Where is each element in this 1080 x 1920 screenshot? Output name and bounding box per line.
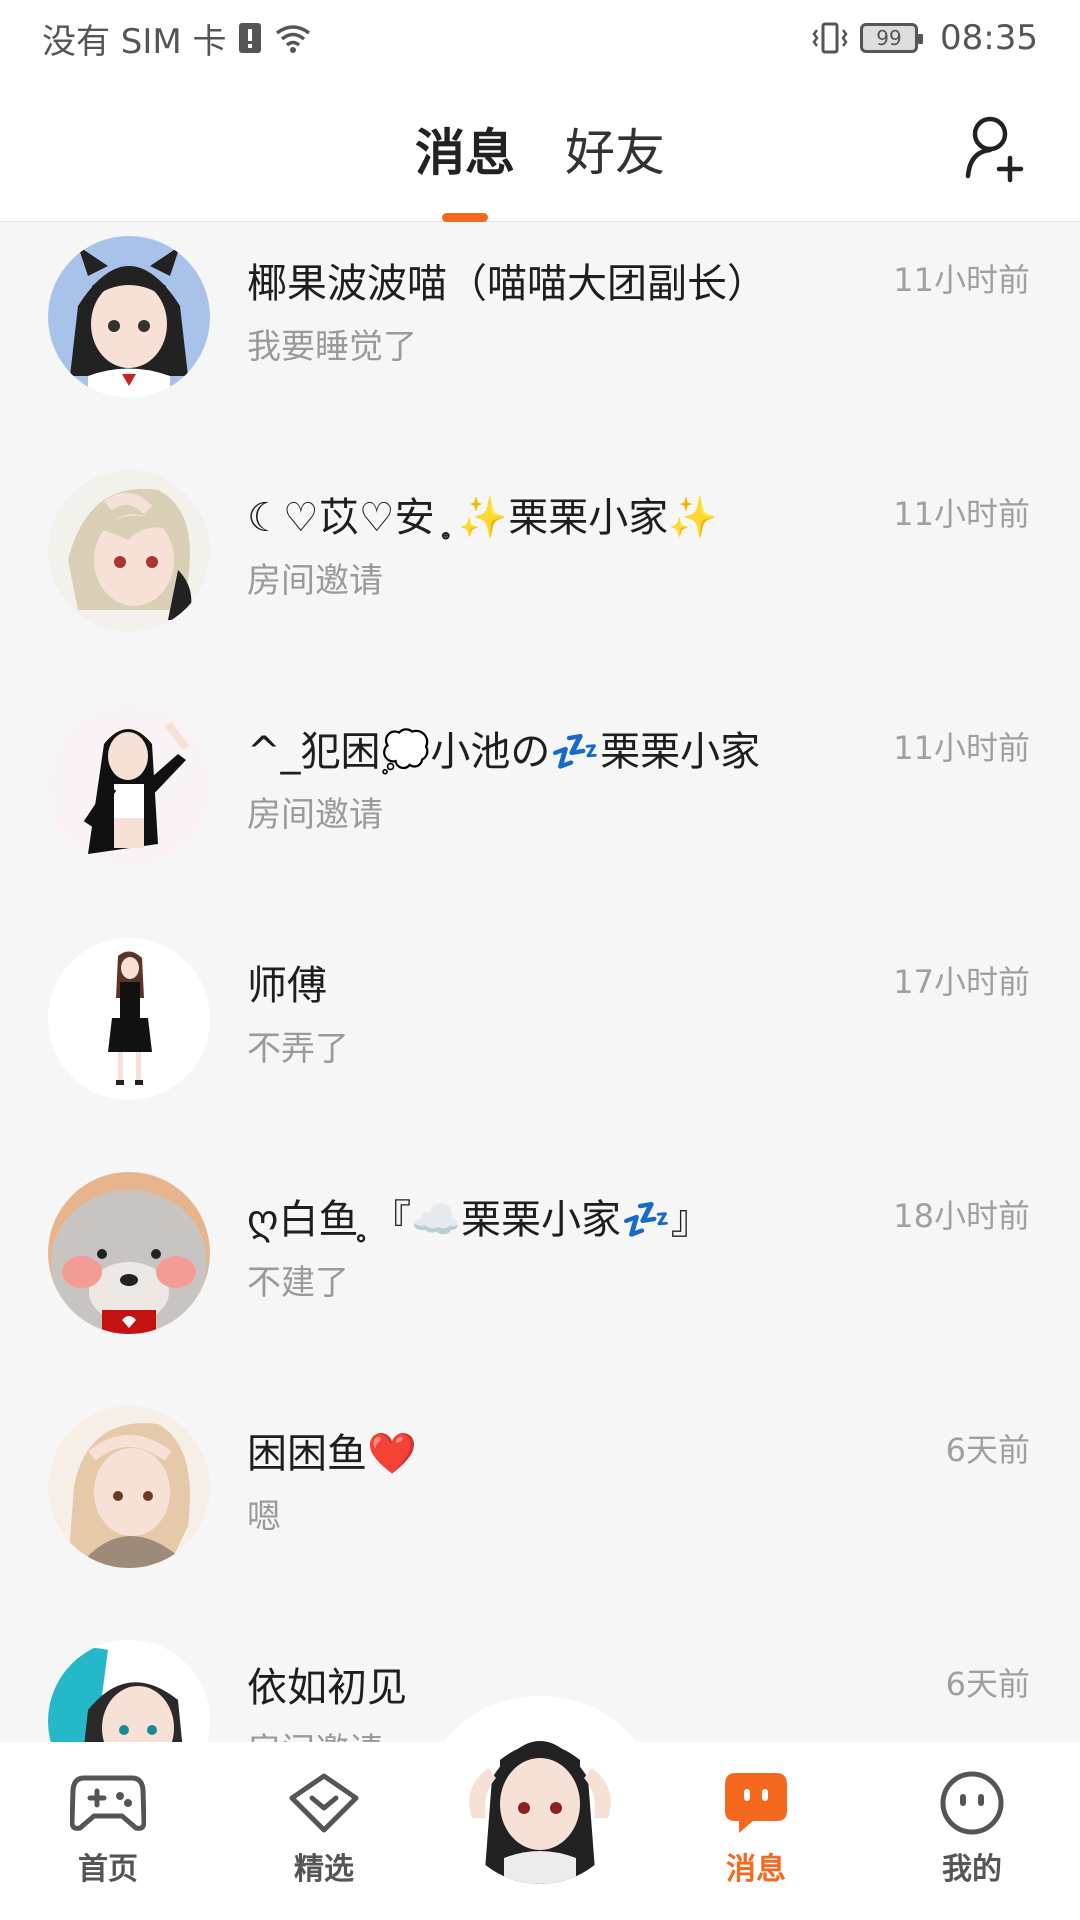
tab-messages[interactable]: 消息 bbox=[415, 76, 515, 222]
battery-level: 99 bbox=[876, 26, 902, 50]
center-avatar-button[interactable] bbox=[452, 1708, 628, 1884]
status-right: 99 08:35 bbox=[810, 18, 1038, 58]
status-bar: 没有 SIM 卡 99 08:35 bbox=[0, 0, 1080, 76]
avatar[interactable] bbox=[48, 938, 210, 1100]
message-time: 6天前 bbox=[945, 1665, 1030, 1703]
message-item[interactable]: ☾♡苡♡安 ̥͙ ✨栗栗小家✨ 房间邀请 11小时前 bbox=[0, 457, 1080, 691]
message-item[interactable]: 困困鱼❤️ 嗯 6天前 bbox=[0, 1393, 1080, 1627]
contact-name: 椰果波波喵（喵喵大团副长） bbox=[247, 261, 767, 307]
contact-name: ^_犯困💭小池の💤栗栗小家 bbox=[247, 729, 761, 775]
add-user-icon bbox=[965, 116, 1024, 183]
tab-friends-label: 好友 bbox=[565, 124, 665, 182]
active-tab-indicator bbox=[442, 213, 488, 222]
message-item[interactable]: 师傅 不弄了 17小时前 bbox=[0, 925, 1080, 1159]
carrier-label: 没有 SIM 卡 bbox=[42, 21, 227, 62]
message-preview: 嗯 bbox=[247, 1497, 281, 1537]
message-preview: 房间邀请 bbox=[247, 561, 383, 601]
clock: 08:35 bbox=[940, 18, 1038, 58]
user-avatar bbox=[452, 1708, 628, 1884]
nav-profile[interactable]: 我的 bbox=[892, 1768, 1052, 1898]
message-time: 11小时前 bbox=[893, 729, 1030, 767]
nav-home[interactable]: 首页 bbox=[28, 1768, 188, 1898]
message-item[interactable]: 椰果波波喵（喵喵大团副长） 我要睡觉了 11小时前 bbox=[0, 223, 1080, 457]
wifi-icon bbox=[273, 21, 313, 55]
message-preview: 不建了 bbox=[247, 1263, 349, 1303]
avatar[interactable] bbox=[48, 1640, 210, 1743]
smile-face-icon bbox=[934, 1768, 1010, 1838]
avatar[interactable] bbox=[48, 704, 210, 866]
avatar[interactable] bbox=[48, 236, 210, 398]
avatar[interactable] bbox=[48, 1406, 210, 1568]
sim-alert-icon bbox=[237, 21, 263, 55]
nav-featured[interactable]: 精选 bbox=[244, 1768, 404, 1898]
status-left: 没有 SIM 卡 bbox=[42, 14, 313, 63]
vibrate-icon bbox=[810, 21, 850, 55]
nav-messages[interactable]: 消息 bbox=[676, 1768, 836, 1898]
heart-badge-icon bbox=[286, 1768, 362, 1838]
nav-profile-label: 我的 bbox=[942, 1852, 1002, 1887]
message-preview: 房间邀请 bbox=[247, 1723, 383, 1743]
add-friend-button[interactable] bbox=[964, 114, 1028, 184]
contact-name: ღ白鱼 ̥『☁️栗栗小家💤』 bbox=[247, 1197, 711, 1243]
avatar[interactable] bbox=[48, 470, 210, 632]
message-time: 18小时前 bbox=[893, 1197, 1030, 1235]
avatar[interactable] bbox=[48, 1172, 210, 1334]
gamepad-icon bbox=[70, 1768, 146, 1838]
message-time: 11小时前 bbox=[893, 495, 1030, 533]
battery-icon: 99 bbox=[860, 23, 924, 53]
message-item[interactable]: ^_犯困💭小池の💤栗栗小家 房间邀请 11小时前 bbox=[0, 691, 1080, 925]
tab-bar: 消息 好友 bbox=[0, 76, 1080, 222]
chat-bubble-icon bbox=[718, 1768, 794, 1838]
nav-home-label: 首页 bbox=[78, 1852, 138, 1887]
message-time: 6天前 bbox=[945, 1431, 1030, 1469]
nav-featured-label: 精选 bbox=[294, 1852, 354, 1887]
message-preview: 房间邀请 bbox=[247, 795, 383, 835]
top-nav: 消息 好友 bbox=[0, 76, 1080, 222]
tab-friends[interactable]: 好友 bbox=[565, 76, 665, 222]
message-time: 17小时前 bbox=[893, 963, 1030, 1001]
contact-name: ☾♡苡♡安 ̥͙ ✨栗栗小家✨ bbox=[247, 495, 719, 541]
contact-name: 困困鱼❤️ bbox=[247, 1431, 417, 1477]
message-item[interactable]: ღ白鱼 ̥『☁️栗栗小家💤』 不建了 18小时前 bbox=[0, 1159, 1080, 1393]
contact-name: 依如初见 bbox=[247, 1665, 407, 1711]
contact-name: 师傅 bbox=[247, 963, 327, 1009]
message-preview: 不弄了 bbox=[247, 1029, 349, 1069]
tab-messages-label: 消息 bbox=[415, 124, 515, 182]
message-preview: 我要睡觉了 bbox=[247, 327, 417, 367]
message-time: 11小时前 bbox=[893, 261, 1030, 299]
message-list: 椰果波波喵（喵喵大团副长） 我要睡觉了 11小时前 ☾♡苡♡安 ̥͙ ✨栗栗小家… bbox=[0, 223, 1080, 1743]
nav-messages-label: 消息 bbox=[726, 1852, 786, 1887]
